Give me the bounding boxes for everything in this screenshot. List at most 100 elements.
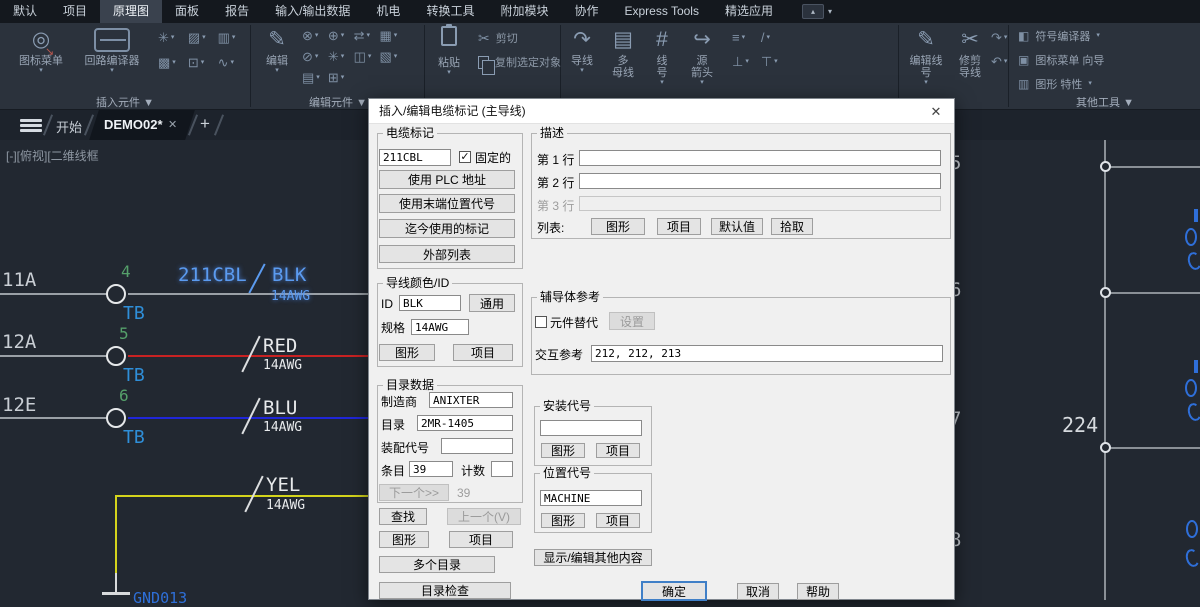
help-button[interactable]: 帮助: [797, 583, 839, 600]
ground-symbol[interactable]: [102, 592, 130, 595]
manufacturer-input[interactable]: ANIXTER: [429, 392, 513, 408]
connection-dot[interactable]: [1100, 161, 1111, 172]
ribbon-tab-collaborate[interactable]: 协作: [561, 0, 611, 23]
circuit-builder-button[interactable]: 回路编译器 ▾: [78, 25, 146, 75]
multiple-catalog-button[interactable]: 多个目录: [379, 556, 495, 573]
ok-button[interactable]: 确定: [641, 581, 707, 601]
panel-label-other-tools[interactable]: 其他工具 ▼: [1010, 94, 1200, 108]
terminal-number[interactable]: 5: [119, 324, 129, 343]
leader-slash[interactable]: [241, 336, 260, 373]
wire-segment-yellow[interactable]: [116, 495, 370, 497]
wire-gauge-label[interactable]: 14AWG: [271, 289, 310, 304]
viewport-controls[interactable]: [-][俯视][二维线框: [6, 147, 99, 164]
ribbon-tab-project[interactable]: 项目: [50, 0, 100, 23]
wire-gauge-label[interactable]: 14AWG: [266, 498, 305, 513]
trim-wire-button[interactable]: ✂ 修剪 导线: [951, 25, 989, 79]
edit-tool-icon-5[interactable]: ⊘▾: [302, 50, 320, 64]
edit-tool-icon-8[interactable]: ▧▾: [379, 50, 397, 64]
list-project-button[interactable]: 项目: [657, 218, 701, 235]
general-button[interactable]: 通用: [469, 294, 515, 312]
terminal-number[interactable]: 6: [119, 386, 129, 405]
edit-tool-icon-1[interactable]: ⊗▾: [302, 29, 320, 43]
terminal-circle[interactable]: [106, 284, 126, 304]
wire-id-input[interactable]: BLK: [399, 295, 461, 311]
wire-color-drawing-button[interactable]: 图形: [379, 344, 435, 361]
edit-wire-number-button[interactable]: ✎ 编辑线 号 ▾: [903, 25, 949, 87]
installation-project-button[interactable]: 项目: [596, 443, 640, 458]
ribbon-tab-io-data[interactable]: 输入/输出数据: [262, 0, 363, 23]
catalog-project-button[interactable]: 项目: [449, 531, 513, 548]
ground-label[interactable]: GND013: [133, 589, 187, 607]
edit-tool-icon-7[interactable]: ◫▾: [354, 50, 372, 64]
wire-tee-icon[interactable]: ⊤▾: [761, 55, 778, 69]
connection-dot[interactable]: [1100, 287, 1111, 298]
edit-tool-icon-10[interactable]: ⊞▾: [328, 71, 346, 85]
copy-button[interactable]: 复制选定对象: [478, 54, 561, 70]
terminal-circle[interactable]: [106, 346, 126, 366]
wire-color-project-button[interactable]: 项目: [453, 344, 513, 361]
installation-drawing-button[interactable]: 图形: [541, 443, 585, 458]
list-pick-button[interactable]: 拾取: [771, 218, 813, 235]
wire-segment[interactable]: [0, 355, 107, 357]
ribbon-tab-express-tools[interactable]: Express Tools: [611, 0, 711, 23]
list-defaults-button[interactable]: 默认值: [711, 218, 763, 235]
connection-dot[interactable]: [1100, 442, 1111, 453]
next-button[interactable]: 下一个>>: [379, 484, 449, 501]
ribbon-tab-panel[interactable]: 面板: [162, 0, 212, 23]
wire-color-label[interactable]: RED: [263, 335, 297, 357]
drawing-properties-button[interactable]: ▥ 图形 特性 ▾: [1018, 76, 1092, 92]
tab-start[interactable]: 开始: [56, 117, 82, 136]
insert-tool-icon-5[interactable]: ⊡▾: [188, 56, 206, 70]
list-drawing-button[interactable]: 图形: [591, 218, 645, 235]
rung-label[interactable]: 11A: [2, 269, 36, 291]
wire-color-label[interactable]: BLU: [263, 397, 297, 419]
count-input[interactable]: [491, 461, 513, 477]
catalog-drawing-button[interactable]: 图形: [379, 531, 429, 548]
wire-edit-tool-icon-1[interactable]: ↷▾: [991, 31, 1007, 45]
terminal-tag[interactable]: TB: [123, 365, 145, 386]
wire-segment[interactable]: [1106, 292, 1200, 294]
symbol-builder-button[interactable]: ◧ 符号编译器 ▾: [1018, 28, 1100, 44]
ribbon-tab-reports[interactable]: 报告: [212, 0, 262, 23]
terminal-tag[interactable]: TB: [123, 427, 145, 448]
tab-close-icon[interactable]: ✕: [168, 118, 177, 131]
wire-button[interactable]: ↷ 导线 ▾: [563, 25, 601, 75]
icon-menu-wizard-button[interactable]: ▣ 图标菜单 向导: [1018, 52, 1104, 68]
show-edit-misc-button[interactable]: 显示/编辑其他内容: [534, 549, 652, 566]
dialog-close-button[interactable]: ✕: [920, 99, 952, 124]
panel-label-insert-components[interactable]: 插入元件 ▼: [0, 94, 250, 108]
edit-tool-icon-9[interactable]: ▤▾: [302, 71, 320, 85]
cancel-button[interactable]: 取消: [737, 583, 779, 600]
wire-segment[interactable]: [1106, 166, 1200, 168]
fixed-checkbox[interactable]: ✓: [459, 151, 471, 163]
dialog-titlebar[interactable]: 插入/编辑电缆标记 (主导线) ✕: [369, 99, 954, 124]
ribbon-collapse-icon[interactable]: ▴: [802, 4, 824, 19]
edit-tool-icon-6[interactable]: ✳▾: [328, 50, 346, 64]
wire-number-button[interactable]: # 线 号 ▾: [646, 25, 678, 87]
ribbon-tab-featured-apps[interactable]: 精选应用: [712, 0, 786, 23]
ribbon-tab-default[interactable]: 默认: [0, 0, 50, 23]
edit-tool-icon-3[interactable]: ⇄▾: [354, 29, 372, 43]
bus-rail[interactable]: [1104, 140, 1106, 600]
wire-segment-yellow[interactable]: [115, 495, 117, 575]
ladder-icon[interactable]: ≡▾: [732, 31, 749, 45]
assembly-input[interactable]: [441, 438, 513, 454]
fixed-checkbox-label[interactable]: 固定的: [475, 150, 511, 166]
leader-slash[interactable]: [248, 263, 265, 293]
tab-drawing-label[interactable]: DEMO02*: [104, 117, 163, 132]
ribbon-tab-electromechanical[interactable]: 机电: [363, 0, 413, 23]
leader-slash[interactable]: [241, 398, 260, 435]
line-reference[interactable]: 224: [1062, 413, 1098, 437]
icon-menu-button[interactable]: ◎↘ 图标菜单 ▾: [12, 25, 70, 75]
multiple-bus-button[interactable]: ▤ 多 母线: [604, 25, 642, 79]
previous-button[interactable]: 上一个(V): [447, 508, 521, 525]
wire-color-label[interactable]: YEL: [266, 474, 300, 496]
rung-label[interactable]: 12A: [2, 331, 36, 353]
component-override-label[interactable]: 元件替代: [550, 315, 598, 331]
new-tab-button[interactable]: +: [200, 114, 210, 134]
leader-slash[interactable]: [244, 476, 263, 513]
location-drawing-button[interactable]: 图形: [541, 513, 585, 528]
edit-tool-icon-4[interactable]: ▦▾: [379, 29, 397, 43]
edit-tool-icon-2[interactable]: ⊕▾: [328, 29, 346, 43]
edit-component-button[interactable]: ✎ 编辑 ▾: [256, 25, 298, 75]
